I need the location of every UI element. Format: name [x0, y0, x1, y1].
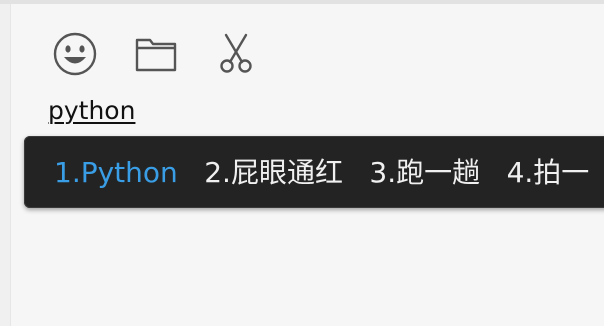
folder-icon: [135, 38, 177, 72]
ime-candidate-window: 1.Python 2.屁眼通红 3.跑一趟 4.拍一: [24, 136, 604, 208]
folder-button[interactable]: [132, 30, 180, 78]
emoji-button[interactable]: [51, 30, 99, 78]
candidate-list: 1.Python 2.屁眼通红 3.跑一趟 4.拍一: [54, 156, 604, 190]
scissors-button[interactable]: [212, 30, 260, 78]
ime-composition-text: python: [48, 96, 136, 125]
candidate-3[interactable]: 3.跑一趟: [369, 156, 480, 190]
window-top-border: [0, 0, 604, 4]
candidate-4[interactable]: 4.拍一: [507, 156, 590, 190]
candidate-2[interactable]: 2.屁眼通红: [204, 156, 343, 190]
window-left-edge: [0, 4, 11, 326]
smiley-face-icon: [53, 32, 97, 76]
candidate-1[interactable]: 1.Python: [54, 156, 178, 190]
scissors-icon: [220, 33, 252, 73]
